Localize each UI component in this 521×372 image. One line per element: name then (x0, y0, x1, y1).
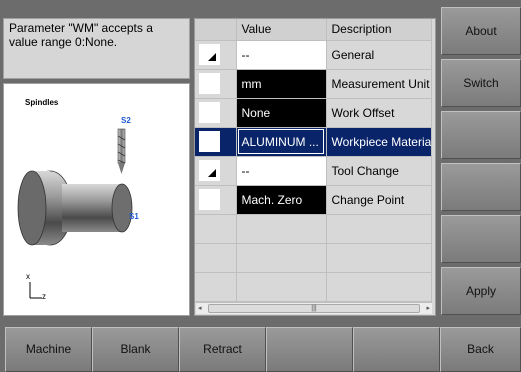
info-message: Parameter "WM" accepts a value range 0:N… (9, 21, 153, 49)
column-header-description[interactable]: Description (326, 19, 432, 41)
table-row[interactable]: Mach. Zero Change Point (195, 185, 432, 215)
empty-cell (195, 214, 237, 244)
empty-cell (236, 214, 327, 244)
empty-cell (195, 243, 237, 273)
right-softkey-4[interactable] (441, 163, 521, 211)
scroll-right-icon[interactable]: ▸ (426, 304, 430, 312)
column-header-value[interactable]: Value (236, 19, 327, 41)
empty-marker-icon[interactable] (199, 131, 220, 152)
drawing-title: Spindles (25, 98, 59, 107)
row-marker-cell[interactable] (195, 69, 237, 99)
right-softkey-3[interactable] (441, 111, 521, 159)
table-row[interactable]: ALUMINUM ... Workpiece Material (195, 127, 432, 157)
axis-indicator (29, 282, 42, 299)
application-window: Parameter "WM" accepts a value range 0:N… (0, 0, 521, 372)
table-row[interactable]: None Work Offset (195, 98, 432, 128)
description-cell: Tool Change (326, 156, 432, 186)
empty-table-row (195, 243, 432, 273)
machine-button[interactable]: Machine (5, 327, 92, 372)
empty-marker-icon[interactable] (199, 189, 220, 210)
back-button[interactable]: Back (440, 327, 521, 372)
description-cell: General (326, 40, 432, 70)
description-cell: Work Offset (326, 98, 432, 128)
right-softkey-5[interactable] (441, 215, 521, 263)
table-row[interactable]: -- General (195, 40, 432, 70)
empty-cell (195, 272, 237, 302)
switch-button[interactable]: Switch (441, 59, 521, 107)
row-marker-cell[interactable] (195, 127, 237, 157)
value-cell[interactable]: -- (236, 40, 327, 70)
row-marker-cell[interactable] (195, 40, 237, 70)
bottom-softkey-5[interactable] (353, 327, 440, 372)
value-cell[interactable]: mm (236, 69, 327, 99)
axis-x-label: x (26, 272, 30, 281)
about-button[interactable]: About (441, 7, 521, 55)
bottom-softkey-4[interactable] (266, 327, 353, 372)
empty-table-row (195, 214, 432, 244)
empty-marker-icon[interactable] (199, 73, 220, 94)
triangle-icon (208, 53, 216, 61)
spindle-s1-label: S1 (129, 212, 139, 221)
value-cell[interactable]: Mach. Zero (236, 185, 327, 215)
triangle-icon (208, 169, 216, 177)
row-marker-cell[interactable] (195, 156, 237, 186)
empty-cell (326, 214, 432, 244)
description-cell: Measurement Unit (326, 69, 432, 99)
empty-cell (236, 272, 327, 302)
info-message-box: Parameter "WM" accepts a value range 0:N… (3, 18, 190, 79)
parameter-table[interactable]: Value Description -- General mm Measurement… (194, 18, 436, 316)
value-cell[interactable]: -- (236, 156, 327, 186)
empty-cell (236, 243, 327, 273)
description-cell: Workpiece Material (326, 127, 432, 157)
blank-button[interactable]: Blank (92, 327, 179, 372)
scroll-left-icon[interactable]: ◂ (198, 304, 202, 312)
row-marker-cell[interactable] (195, 98, 237, 128)
spindle-diagram (17, 128, 133, 299)
table-row[interactable]: mm Measurement Unit (195, 69, 432, 99)
column-header-marker (195, 19, 237, 41)
empty-table-row (195, 272, 432, 302)
value-cell[interactable]: None (236, 98, 327, 128)
empty-cell (326, 272, 432, 302)
spindle-s2-label: S2 (121, 116, 131, 125)
expand-triangle-icon[interactable] (199, 160, 220, 181)
axis-z-label: z (42, 292, 46, 301)
workpiece-shape (62, 183, 133, 233)
spindle-drawing-panel: Spindles S2 S1 x z (3, 83, 190, 316)
apply-button[interactable]: Apply (441, 267, 521, 315)
empty-cell (326, 243, 432, 273)
drill-shape (117, 128, 126, 174)
table-row[interactable]: -- Tool Change (195, 156, 432, 186)
expand-triangle-icon[interactable] (199, 44, 220, 65)
table-header-row: Value Description (195, 19, 432, 41)
empty-marker-icon[interactable] (199, 102, 220, 123)
row-marker-cell[interactable] (195, 185, 237, 215)
description-cell: Change Point (326, 185, 432, 215)
retract-button[interactable]: Retract (179, 327, 266, 372)
value-cell[interactable]: ALUMINUM ... (236, 127, 327, 157)
scrollbar-thumb[interactable]: ||| (208, 304, 420, 313)
scrollbar-grip: ||| (311, 305, 317, 312)
horizontal-scrollbar[interactable]: ◂ ||| ▸ (196, 302, 432, 314)
